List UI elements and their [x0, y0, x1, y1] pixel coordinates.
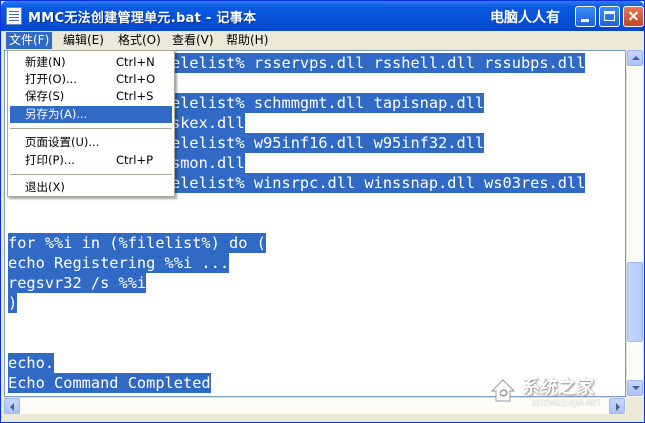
title-bar[interactable]: MMC无法创建管理单元.bat - 记事本 电脑人人有: [1, 1, 644, 31]
file-menu-print[interactable]: 打印(P)... Ctrl+P: [10, 152, 172, 169]
maximize-button[interactable]: [599, 6, 620, 27]
menu-item-label: 打开(O)...: [25, 72, 77, 86]
editor-line: elelist% schmmgmt.dll tapisnap.dll: [171, 93, 485, 113]
menu-item-label: 打印(P)...: [25, 153, 75, 167]
vertical-scroll-thumb[interactable]: [627, 262, 643, 342]
close-button[interactable]: [623, 6, 644, 27]
arrow-down-icon: [632, 386, 640, 390]
watermark-logo-icon: [490, 379, 516, 402]
editor-line: smon.dll: [171, 153, 245, 173]
file-menu-save[interactable]: 保存(S) Ctrl+S: [10, 88, 172, 105]
menu-edit[interactable]: 编辑(E): [60, 32, 107, 49]
editor-line: elelist% w95inf16.dll w95inf32.dll: [171, 133, 485, 153]
scroll-right-button[interactable]: [609, 398, 625, 414]
menu-item-shortcut: Ctrl+O: [116, 72, 156, 86]
file-menu-exit[interactable]: 退出(X): [10, 179, 172, 196]
watermark-top-text: 电脑人人有: [490, 10, 560, 26]
menu-item-shortcut: Ctrl+N: [116, 55, 155, 69]
file-menu-new[interactable]: 新建(N) Ctrl+N: [10, 54, 172, 71]
watermark-url: XITONGZHIJIA.NET: [532, 399, 601, 408]
menu-format[interactable]: 格式(O): [115, 32, 164, 49]
arrow-up-icon: [632, 56, 640, 60]
menu-help[interactable]: 帮助(H): [223, 32, 271, 49]
file-menu-dropdown: 新建(N) Ctrl+N 打开(O)... Ctrl+O 保存(S) Ctrl+…: [7, 50, 175, 197]
size-grip[interactable]: [626, 397, 643, 414]
maximize-icon: [604, 11, 615, 21]
watermark-brand: 系统之家: [522, 377, 594, 398]
minimize-icon: [581, 19, 589, 22]
editor-line: regsvr32 /s %%i: [8, 273, 147, 293]
menu-item-label: 另存为(A)...: [25, 107, 88, 121]
scroll-left-button[interactable]: [4, 398, 20, 414]
file-menu-page-setup[interactable]: 页面设置(U)...: [10, 134, 172, 151]
editor-line: echo.: [8, 353, 55, 373]
menu-separator: [10, 174, 172, 175]
editor-line: elelist% rsservps.dll rsshell.dll rssubp…: [171, 53, 586, 73]
editor-line: for %%i in (%filelist%) do (: [8, 233, 266, 253]
menu-item-label: 页面设置(U)...: [25, 135, 100, 149]
notepad-icon[interactable]: [6, 7, 22, 25]
menu-file[interactable]: 文件(F): [6, 32, 53, 49]
window-title: MMC无法创建管理单元.bat - 记事本: [28, 11, 257, 26]
notepad-window: MMC无法创建管理单元.bat - 记事本 电脑人人有 文件(F) 编辑(E) …: [0, 0, 645, 423]
menu-separator: [10, 128, 172, 129]
editor-line: Echo Command Completed: [8, 373, 211, 393]
menu-item-label: 保存(S): [25, 89, 65, 103]
menu-bar: 文件(F) 编辑(E) 格式(O) 查看(V) 帮助(H): [1, 31, 644, 50]
editor-line: elelist% winsrpc.dll winssnap.dll ws03re…: [171, 173, 586, 193]
scroll-down-button[interactable]: [627, 380, 643, 396]
menu-item-shortcut: Ctrl+S: [116, 89, 154, 103]
arrow-right-icon: [616, 403, 620, 411]
file-menu-save-as[interactable]: 另存为(A)...: [10, 106, 172, 123]
scroll-up-button[interactable]: [627, 50, 643, 66]
close-icon: [624, 7, 643, 26]
file-menu-open[interactable]: 打开(O)... Ctrl+O: [10, 71, 172, 88]
vertical-scrollbar[interactable]: [626, 50, 643, 397]
arrow-left-icon: [10, 403, 14, 411]
menu-item-label: 新建(N): [25, 55, 66, 69]
menu-item-shortcut: Ctrl+P: [116, 153, 154, 167]
minimize-button[interactable]: [575, 6, 596, 27]
menu-view[interactable]: 查看(V): [169, 32, 217, 49]
menu-item-label: 退出(X): [25, 180, 65, 194]
editor-line: ): [8, 293, 18, 313]
editor-line: skex.dll: [171, 113, 245, 133]
editor-line: echo Registering %%i ...: [8, 253, 230, 273]
